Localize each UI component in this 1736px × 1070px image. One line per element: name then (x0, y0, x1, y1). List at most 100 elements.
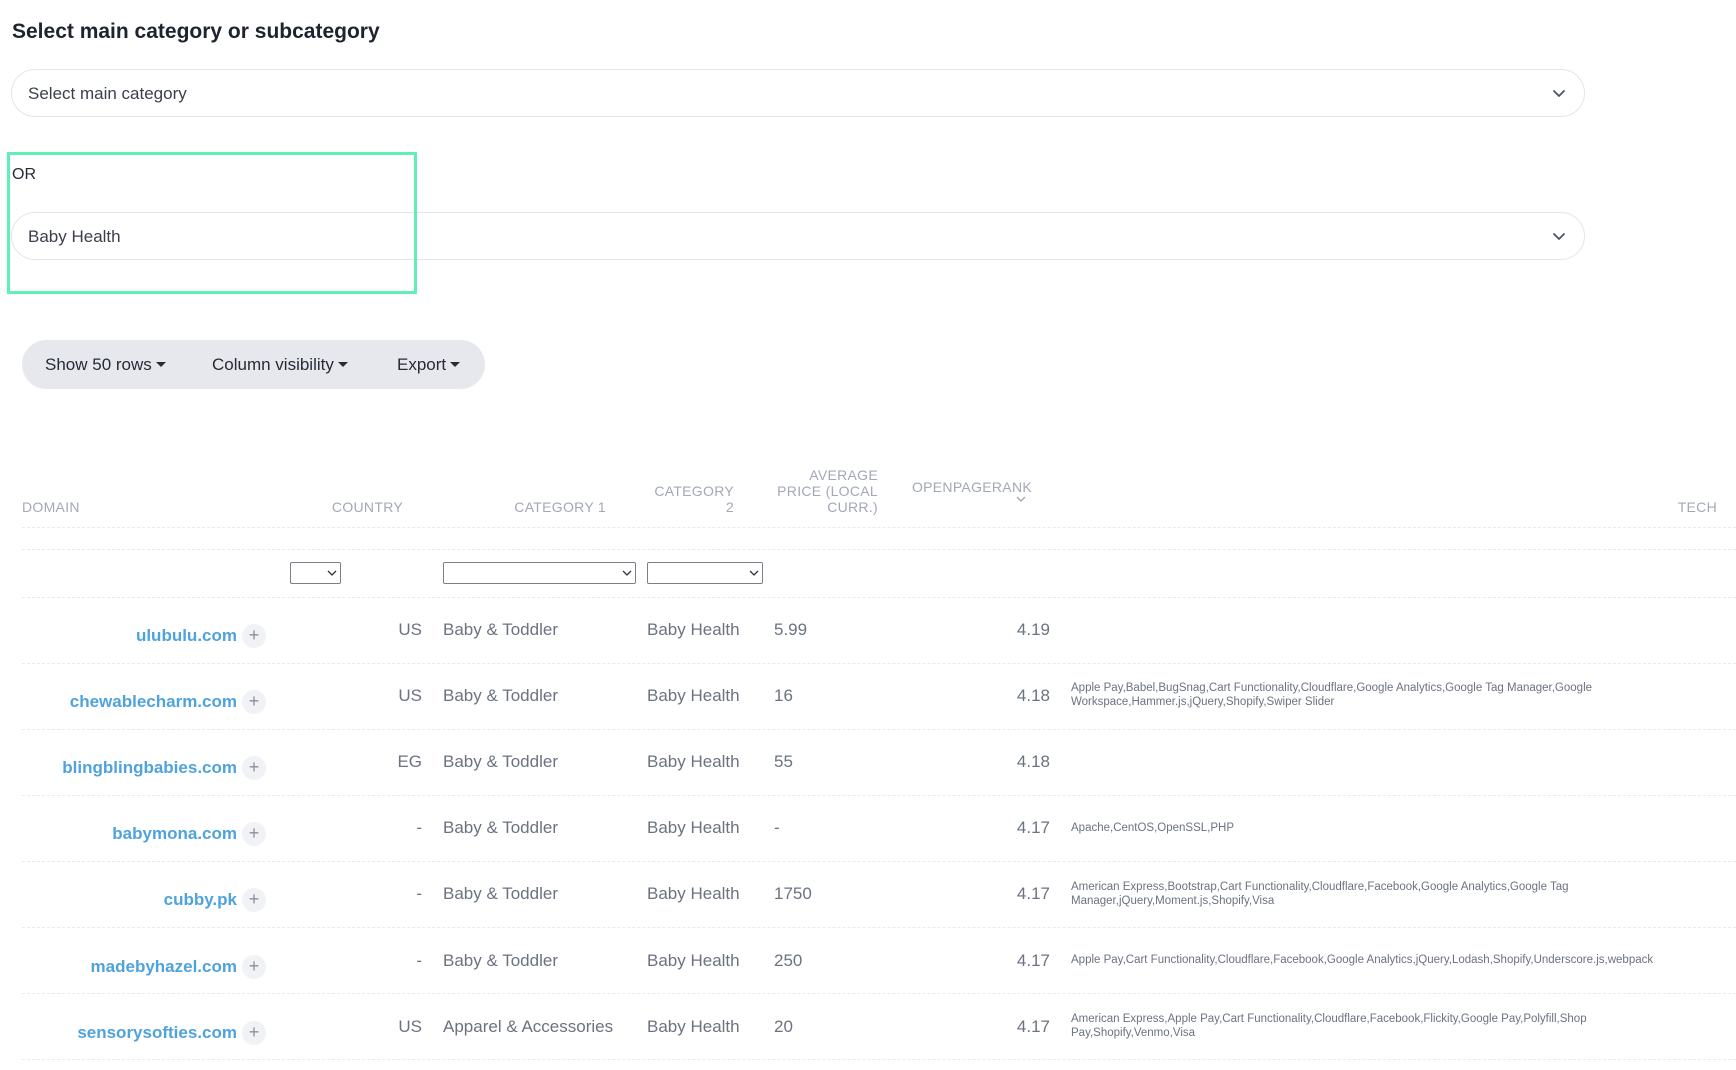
col-country[interactable]: COUNTRY (300, 499, 403, 515)
header-divider (22, 527, 1736, 528)
country-cell: - (416, 818, 422, 837)
row-divider (22, 927, 1736, 928)
expand-plus-icon[interactable]: + (242, 888, 266, 912)
col-category2[interactable]: CATEGORY 2 (630, 483, 734, 515)
expand-plus-icon[interactable]: + (242, 955, 266, 979)
row-divider (22, 993, 1736, 994)
openpagerank-cell: 4.17 (1016, 1017, 1050, 1036)
main-category-value: Select main category (28, 84, 187, 103)
category2-cell: Baby Health (647, 686, 740, 705)
table-toolbar: Show 50 rows Column visibility Export (22, 340, 485, 389)
tech-line: Apple Pay,Cart Functionality,Cloudflare,… (1071, 954, 1654, 966)
export-label: Export (397, 355, 447, 374)
export-button[interactable]: Export (397, 355, 461, 375)
domain-link[interactable]: sensorysofties.com (21, 1023, 237, 1043)
category2-cell: Baby Health (647, 1017, 740, 1036)
tech-line: Pay,Shopify,Venmo,Visa (1071, 1027, 1196, 1039)
price-cell: 16 (774, 686, 793, 705)
expand-plus-icon[interactable]: + (242, 690, 266, 714)
show-rows-button[interactable]: Show 50 rows (45, 355, 166, 375)
main-category-select[interactable]: Select main category (11, 69, 1585, 117)
row-divider (22, 729, 1736, 730)
domain-link[interactable]: babymona.com (21, 824, 237, 844)
category1-cell: Baby & Toddler (443, 818, 558, 837)
category2-filter-select[interactable] (647, 562, 763, 584)
price-cell: 5.99 (774, 620, 808, 639)
domain-link[interactable]: madebyhazel.com (21, 957, 237, 977)
col-category1[interactable]: CATEGORY 1 (470, 499, 606, 515)
sort-desc-icon (1016, 496, 1026, 502)
tech-line: American Express,Apple Pay,Cart Function… (1071, 1013, 1587, 1025)
category1-cell: Baby & Toddler (443, 620, 558, 639)
openpagerank-cell: 4.18 (1016, 686, 1050, 705)
caret-down-icon (155, 362, 166, 367)
openpagerank-cell: 4.18 (1016, 752, 1050, 771)
col-openpagerank-label: OPENPAGERANK (911, 479, 1032, 495)
openpagerank-cell: 4.17 (1016, 951, 1050, 970)
category2-cell: Baby Health (647, 620, 740, 639)
openpagerank-cell: 4.19 (1016, 620, 1050, 639)
tech-line: Workspace,Hammer.js,jQuery,Shopify,Swipe… (1071, 696, 1335, 708)
category2-cell: Baby Health (647, 951, 740, 970)
tech-line: Manager,jQuery,Moment.js,Shopify,Visa (1071, 895, 1275, 907)
country-cell: EG (397, 752, 422, 771)
expand-plus-icon[interactable]: + (242, 1021, 266, 1045)
category2-cell: Baby Health (647, 884, 740, 903)
tech-line: Apache,CentOS,OpenSSL,PHP (1071, 822, 1235, 834)
country-cell: US (398, 1017, 422, 1036)
col-avg-price-line1: AVERAGE (809, 467, 878, 483)
col-category2-line2: 2 (725, 499, 734, 515)
highlight-box (7, 152, 417, 294)
row-divider (22, 663, 1736, 664)
openpagerank-cell: 4.17 (1016, 884, 1050, 903)
expand-plus-icon[interactable]: + (242, 822, 266, 846)
domain-link[interactable]: ulubulu.com (21, 626, 237, 646)
domain-link[interactable]: chewablecharm.com (21, 692, 237, 712)
row-divider (22, 1059, 1736, 1060)
col-openpagerank[interactable]: OPENPAGERANK (910, 479, 1032, 503)
col-avg-price-line2: PRICE (LOCAL (777, 483, 878, 499)
country-cell: - (416, 951, 422, 970)
col-domain[interactable]: DOMAIN (22, 499, 80, 515)
country-cell: US (398, 686, 422, 705)
price-cell: 250 (774, 951, 803, 970)
country-cell: - (416, 884, 422, 903)
category1-cell: Apparel & Accessories (443, 1017, 614, 1036)
domain-link[interactable]: cubby.pk (21, 890, 237, 910)
chevron-down-icon (622, 570, 632, 576)
col-tech[interactable]: TECH (1660, 499, 1717, 515)
col-category2-line1: CATEGORY (654, 483, 734, 499)
tech-cell: Apple Pay,Cart Functionality,Cloudflare,… (1071, 953, 1691, 967)
caret-down-icon (450, 362, 461, 367)
openpagerank-cell: 4.17 (1016, 818, 1050, 837)
chevron-down-icon (749, 570, 759, 576)
price-cell: 1750 (774, 884, 812, 903)
expand-plus-icon[interactable]: + (242, 624, 266, 648)
expand-plus-icon[interactable]: + (242, 756, 266, 780)
category1-cell: Baby & Toddler (443, 951, 558, 970)
category1-filter-select[interactable] (443, 562, 636, 584)
category2-cell: Baby Health (647, 752, 740, 771)
chevron-down-icon (1553, 90, 1565, 97)
col-avg-price-line3: CURR.) (827, 499, 878, 515)
category2-cell: Baby Health (647, 818, 740, 837)
price-cell: 20 (774, 1017, 793, 1036)
tech-cell: Apache,CentOS,OpenSSL,PHP (1071, 821, 1691, 835)
price-cell: 55 (774, 752, 793, 771)
category1-cell: Baby & Toddler (443, 884, 558, 903)
divider (22, 549, 1736, 550)
price-cell: - (774, 818, 780, 837)
column-visibility-button[interactable]: Column visibility (212, 355, 348, 375)
tech-cell: American Express,Apple Pay,Cart Function… (1071, 1012, 1691, 1040)
caret-down-icon (337, 362, 348, 367)
column-visibility-label: Column visibility (212, 355, 334, 374)
row-divider (22, 861, 1736, 862)
country-filter-select[interactable] (290, 562, 341, 584)
row-divider (22, 795, 1736, 796)
chevron-down-icon (1553, 233, 1565, 240)
domain-link[interactable]: blingblingbabies.com (21, 758, 237, 778)
show-rows-label: Show 50 rows (45, 355, 152, 374)
tech-cell: Apple Pay,Babel,BugSnag,Cart Functionali… (1071, 681, 1691, 709)
tech-line: American Express,Bootstrap,Cart Function… (1071, 881, 1569, 893)
col-avg-price[interactable]: AVERAGE PRICE (LOCAL CURR.) (760, 467, 878, 515)
